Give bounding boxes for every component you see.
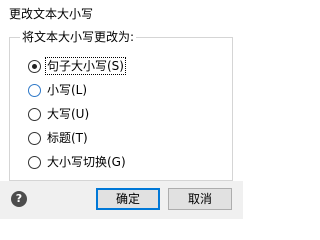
question-icon[interactable]: ? — [11, 191, 27, 207]
ok-button[interactable]: 确定 — [96, 188, 160, 210]
option-label: 小写(L) — [47, 83, 88, 97]
cancel-button[interactable]: 取消 — [168, 188, 232, 210]
option-lowercase[interactable]: 小写(L) — [28, 82, 88, 98]
option-toggle-case[interactable]: 大小写切换(G) — [28, 154, 127, 170]
title-bar: 更改文本大小写 — [0, 0, 243, 28]
option-label: 大写(U) — [47, 107, 90, 121]
dialog-title: 更改文本大小写 — [9, 7, 94, 21]
change-case-dialog: 更改文本大小写 将文本大小写更改为: 句子大小写(S) 小写(L) 大写(U) … — [0, 0, 243, 219]
group-label: 将文本大小写更改为: — [20, 29, 137, 45]
radio-lowercase[interactable] — [28, 83, 41, 97]
option-label: 大小写切换(G) — [47, 155, 126, 169]
dialog-footer: ? 确定 取消 — [0, 181, 243, 219]
radio-uppercase[interactable] — [28, 107, 41, 121]
option-title-case[interactable]: 标题(T) — [28, 130, 89, 146]
option-label: 句子大小写(S) — [45, 57, 126, 75]
radio-sentence-case[interactable] — [28, 59, 41, 73]
radio-toggle-case[interactable] — [28, 155, 41, 169]
option-label: 标题(T) — [47, 131, 88, 145]
option-uppercase[interactable]: 大写(U) — [28, 106, 90, 122]
radio-title-case[interactable] — [28, 131, 41, 145]
option-sentence-case[interactable]: 句子大小写(S) — [28, 57, 126, 75]
